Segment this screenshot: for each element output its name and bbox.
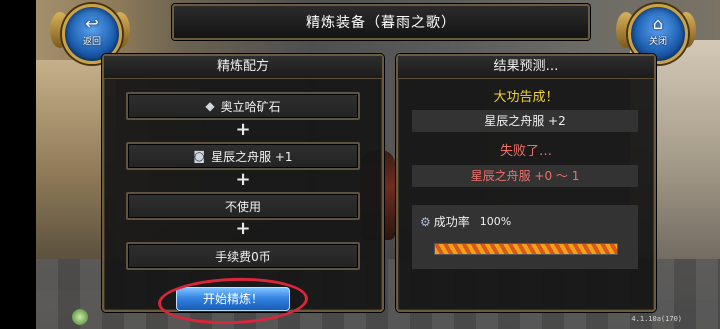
- close-label: 关闭: [648, 37, 667, 47]
- fee-slot: 手续费0币: [126, 242, 360, 270]
- start-refine-button[interactable]: 开始精炼！: [176, 287, 290, 311]
- slot-label: 星辰之舟服 +1: [211, 149, 293, 164]
- back-arrow-icon: ↩: [85, 14, 99, 33]
- ore-icon: ◆: [205, 99, 215, 113]
- window-title: 精炼装备（暮雨之歌）: [172, 4, 590, 40]
- plus-sign: +: [235, 169, 251, 190]
- success-rate-bar: [434, 243, 618, 255]
- armor-icon: ◙: [193, 149, 206, 163]
- gear-icon: ⚙: [420, 214, 431, 229]
- success-rate-area: ⚙ 成功率 100%: [412, 205, 638, 269]
- device-left-bar: [0, 0, 36, 329]
- result-body: 大功告成！ 星辰之舟服 +2 失败了… 星辰之舟服 +0 ～ 1 ⚙ 成功率 1…: [398, 79, 654, 310]
- success-rate-line: ⚙ 成功率 100%: [420, 213, 511, 230]
- recipe-panel: 精炼配方 ◆ 奥立哈矿石 + ◙ 星辰之舟服 +1 + 不使用 + 手续费0币 …: [102, 54, 384, 327]
- recipe-header: 精炼配方: [104, 56, 382, 79]
- fail-item: 星辰之舟服 +0 ～ 1: [412, 165, 638, 187]
- version-text: 4.1.10a(170): [631, 315, 682, 323]
- result-header: 结果预测…: [398, 56, 654, 79]
- slot-label: 不使用: [224, 199, 261, 214]
- home-icon: ⌂: [652, 14, 664, 33]
- result-panel: 结果预测… 大功告成！ 星辰之舟服 +2 失败了… 星辰之舟服 +0 ～ 1 ⚙…: [396, 54, 656, 312]
- success-rate-value: 100%: [479, 215, 512, 228]
- success-rate-fill: [435, 244, 617, 254]
- slot-label: 手续费0币: [215, 249, 271, 264]
- equipment-slot[interactable]: ◙ 星辰之舟服 +1: [126, 142, 360, 170]
- slot-label: 奥立哈矿石: [220, 99, 281, 114]
- material-slot[interactable]: ◆ 奥立哈矿石: [126, 92, 360, 120]
- back-label: 返回: [82, 37, 101, 47]
- plus-sign: +: [235, 218, 251, 239]
- fail-title: 失败了…: [499, 144, 552, 159]
- success-rate-label: 成功率: [433, 215, 470, 229]
- chat-icon[interactable]: [72, 309, 88, 325]
- plus-sign: +: [235, 119, 251, 140]
- success-item: 星辰之舟服 +2: [412, 110, 638, 132]
- close-button[interactable]: ⌂ 关闭: [616, 2, 696, 64]
- protection-slot[interactable]: 不使用: [126, 192, 360, 220]
- success-title: 大功告成！: [493, 90, 559, 105]
- back-button[interactable]: ↩ 返回: [50, 2, 130, 64]
